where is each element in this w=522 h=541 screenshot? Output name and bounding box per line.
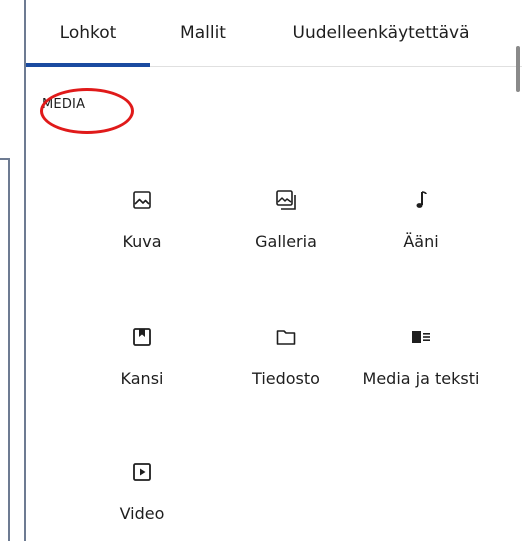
block-label: Video [119, 504, 165, 523]
block-label: Kuva [122, 232, 162, 251]
block-image[interactable]: Kuva [77, 168, 207, 288]
block-label: Ääni [403, 232, 439, 251]
block-file[interactable]: Tiedosto [221, 305, 351, 425]
section-title: MEDIA [42, 97, 86, 112]
tab-patterns[interactable]: Mallit [150, 0, 256, 66]
video-icon [130, 460, 154, 484]
file-icon [274, 325, 298, 349]
block-video[interactable]: Video [77, 440, 207, 541]
tab-reusable[interactable]: Uudelleenkäytettävä [256, 0, 506, 66]
tab-blocks[interactable]: Lohkot [26, 0, 150, 66]
block-audio[interactable]: Ääni [356, 168, 486, 288]
left-panel-edge [0, 158, 10, 541]
block-label: Kansi [120, 369, 164, 388]
media-text-icon [409, 325, 433, 349]
tab-blocks-label: Lohkot [59, 23, 117, 43]
image-icon [130, 188, 154, 212]
block-media-text[interactable]: Media ja teksti [356, 305, 486, 425]
block-gallery[interactable]: Galleria [221, 168, 351, 288]
block-label: Media ja teksti [362, 369, 480, 388]
block-label: Galleria [255, 232, 317, 251]
audio-icon [409, 188, 433, 212]
block-label: Tiedosto [252, 369, 320, 388]
cover-icon [130, 325, 154, 349]
screenshot-root: Lohkot Mallit Uudelleenkäytettävä MEDIA … [0, 0, 522, 541]
scrollbar[interactable] [516, 46, 520, 92]
tab-reusable-label: Uudelleenkäytettävä [292, 23, 470, 43]
block-inserter-panel: Lohkot Mallit Uudelleenkäytettävä MEDIA … [24, 0, 522, 541]
active-tab-indicator [26, 63, 150, 67]
tab-patterns-label: Mallit [180, 23, 226, 43]
gallery-icon [274, 188, 298, 212]
block-cover[interactable]: Kansi [77, 305, 207, 425]
inserter-tabs: Lohkot Mallit Uudelleenkäytettävä [26, 0, 522, 67]
